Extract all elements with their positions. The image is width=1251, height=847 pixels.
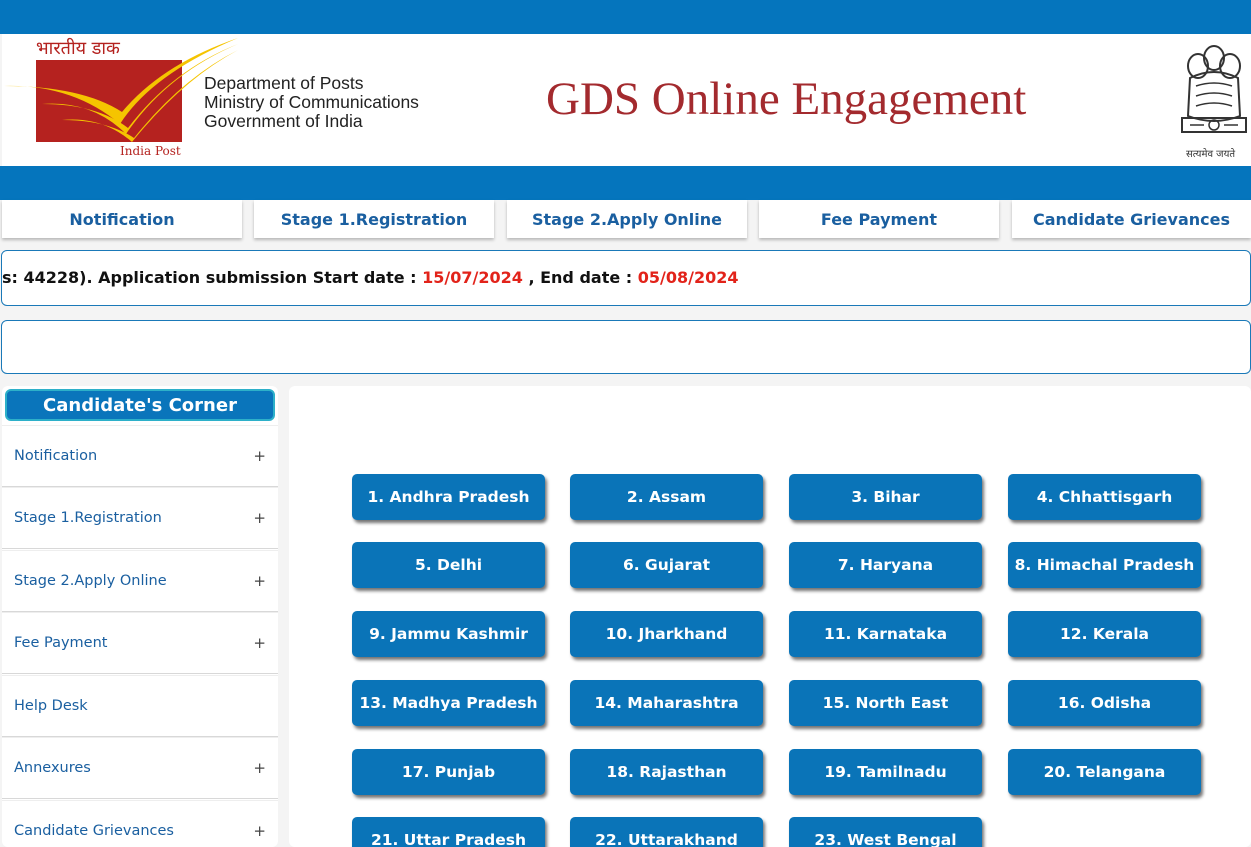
top-blue-bar bbox=[0, 0, 1251, 34]
expand-plus-icon[interactable]: + bbox=[253, 822, 266, 840]
department-name: Department of Posts Ministry of Communic… bbox=[204, 74, 419, 131]
state-button[interactable]: 17. Punjab bbox=[352, 749, 545, 795]
logo-hindi-text: भारतीय डाक bbox=[36, 38, 120, 59]
state-button[interactable]: 12. Kerala bbox=[1008, 611, 1201, 657]
emblem-motto: सत्यमेव जयते bbox=[1186, 149, 1236, 160]
state-button[interactable]: 14. Maharashtra bbox=[570, 680, 763, 726]
candidates-corner-sidebar: Candidate's Corner Notification + Stage … bbox=[2, 386, 278, 847]
sidebar-item-label: Notification bbox=[14, 448, 98, 464]
state-button[interactable]: 6. Gujarat bbox=[570, 542, 763, 588]
start-date: 15/07/2024 bbox=[422, 268, 523, 287]
expand-plus-icon[interactable]: + bbox=[253, 572, 266, 590]
header-bottom-bar bbox=[0, 166, 1251, 200]
dept-line-2: Ministry of Communications bbox=[204, 92, 419, 112]
state-button[interactable]: 22. Uttarakhand bbox=[570, 817, 763, 847]
sidebar-item-label: Candidate Grievances bbox=[14, 823, 174, 839]
sidebar-item-fee-payment[interactable]: Fee Payment + bbox=[2, 612, 278, 674]
sidebar-item-label: Stage 1.Registration bbox=[14, 510, 162, 526]
marquee-middle: , End date : bbox=[522, 268, 638, 287]
expand-plus-icon[interactable]: + bbox=[253, 759, 266, 777]
sidebar-item-label: Help Desk bbox=[14, 698, 88, 714]
state-button[interactable]: 13. Madhya Pradesh bbox=[352, 680, 545, 726]
expand-plus-icon[interactable]: + bbox=[253, 447, 266, 465]
page-title: GDS Online Engagement bbox=[546, 73, 1027, 125]
site-header: भारतीय डाक India Post Department of Post… bbox=[2, 34, 1251, 166]
dept-line-3: Government of India bbox=[204, 111, 363, 131]
state-button[interactable]: 19. Tamilnadu bbox=[789, 749, 982, 795]
state-button[interactable]: 18. Rajasthan bbox=[570, 749, 763, 795]
state-button[interactable]: 16. Odisha bbox=[1008, 680, 1201, 726]
nav-stage1-registration[interactable]: Stage 1.Registration bbox=[254, 200, 494, 238]
sidebar-title: Candidate's Corner bbox=[5, 389, 275, 421]
state-button[interactable]: 8. Himachal Pradesh bbox=[1008, 542, 1201, 588]
state-button[interactable]: 4. Chhattisgarh bbox=[1008, 474, 1201, 520]
sidebar-item-label: Stage 2.Apply Online bbox=[14, 573, 167, 589]
sidebar-item-help-desk[interactable]: Help Desk bbox=[2, 675, 278, 737]
state-button[interactable]: 9. Jammu Kashmir bbox=[352, 611, 545, 657]
nav-fee-payment[interactable]: Fee Payment bbox=[759, 200, 999, 238]
state-button[interactable]: 5. Delhi bbox=[352, 542, 545, 588]
state-button[interactable]: 2. Assam bbox=[570, 474, 763, 520]
state-button[interactable]: 7. Haryana bbox=[789, 542, 982, 588]
top-navigation: Notification Stage 1.Registration Stage … bbox=[0, 200, 1251, 240]
state-button[interactable]: 10. Jharkhand bbox=[570, 611, 763, 657]
state-button[interactable]: 11. Karnataka bbox=[789, 611, 982, 657]
state-button[interactable]: 3. Bihar bbox=[789, 474, 982, 520]
national-emblem-icon bbox=[1181, 45, 1247, 133]
sidebar-item-label: Fee Payment bbox=[14, 635, 108, 651]
state-button[interactable]: 20. Telangana bbox=[1008, 749, 1201, 795]
sidebar-item-notification[interactable]: Notification + bbox=[2, 425, 278, 487]
nav-notification[interactable]: Notification bbox=[2, 200, 242, 238]
sidebar-item-candidate-grievances[interactable]: Candidate Grievances + bbox=[2, 800, 278, 847]
end-date: 05/08/2024 bbox=[637, 268, 739, 287]
expand-plus-icon[interactable]: + bbox=[253, 634, 266, 652]
nav-candidate-grievances[interactable]: Candidate Grievances bbox=[1012, 200, 1251, 238]
marquee-text[interactable]: s: 44228). Application submission Start … bbox=[2, 268, 738, 287]
sidebar-item-stage1-registration[interactable]: Stage 1.Registration + bbox=[2, 487, 278, 549]
announcement-marquee: s: 44228). Application submission Start … bbox=[1, 250, 1251, 306]
nav-stage2-apply-online[interactable]: Stage 2.Apply Online bbox=[507, 200, 747, 238]
state-button[interactable]: 21. Uttar Pradesh bbox=[352, 817, 545, 847]
state-selection-panel: 1. Andhra Pradesh 2. Assam 3. Bihar 4. C… bbox=[289, 386, 1251, 847]
secondary-notice-box bbox=[1, 320, 1251, 374]
state-button[interactable]: 1. Andhra Pradesh bbox=[352, 474, 545, 520]
state-button[interactable]: 23. West Bengal bbox=[789, 817, 982, 847]
state-button[interactable]: 15. North East bbox=[789, 680, 982, 726]
expand-plus-icon[interactable]: + bbox=[253, 509, 266, 527]
marquee-prefix: s: 44228). Application submission Start … bbox=[2, 268, 423, 287]
sidebar-item-annexures[interactable]: Annexures + bbox=[2, 737, 278, 799]
dept-line-1: Department of Posts bbox=[204, 73, 364, 93]
logo-caption: India Post bbox=[120, 144, 181, 158]
sidebar-item-stage2-apply-online[interactable]: Stage 2.Apply Online + bbox=[2, 550, 278, 612]
sidebar-item-label: Annexures bbox=[14, 760, 91, 776]
